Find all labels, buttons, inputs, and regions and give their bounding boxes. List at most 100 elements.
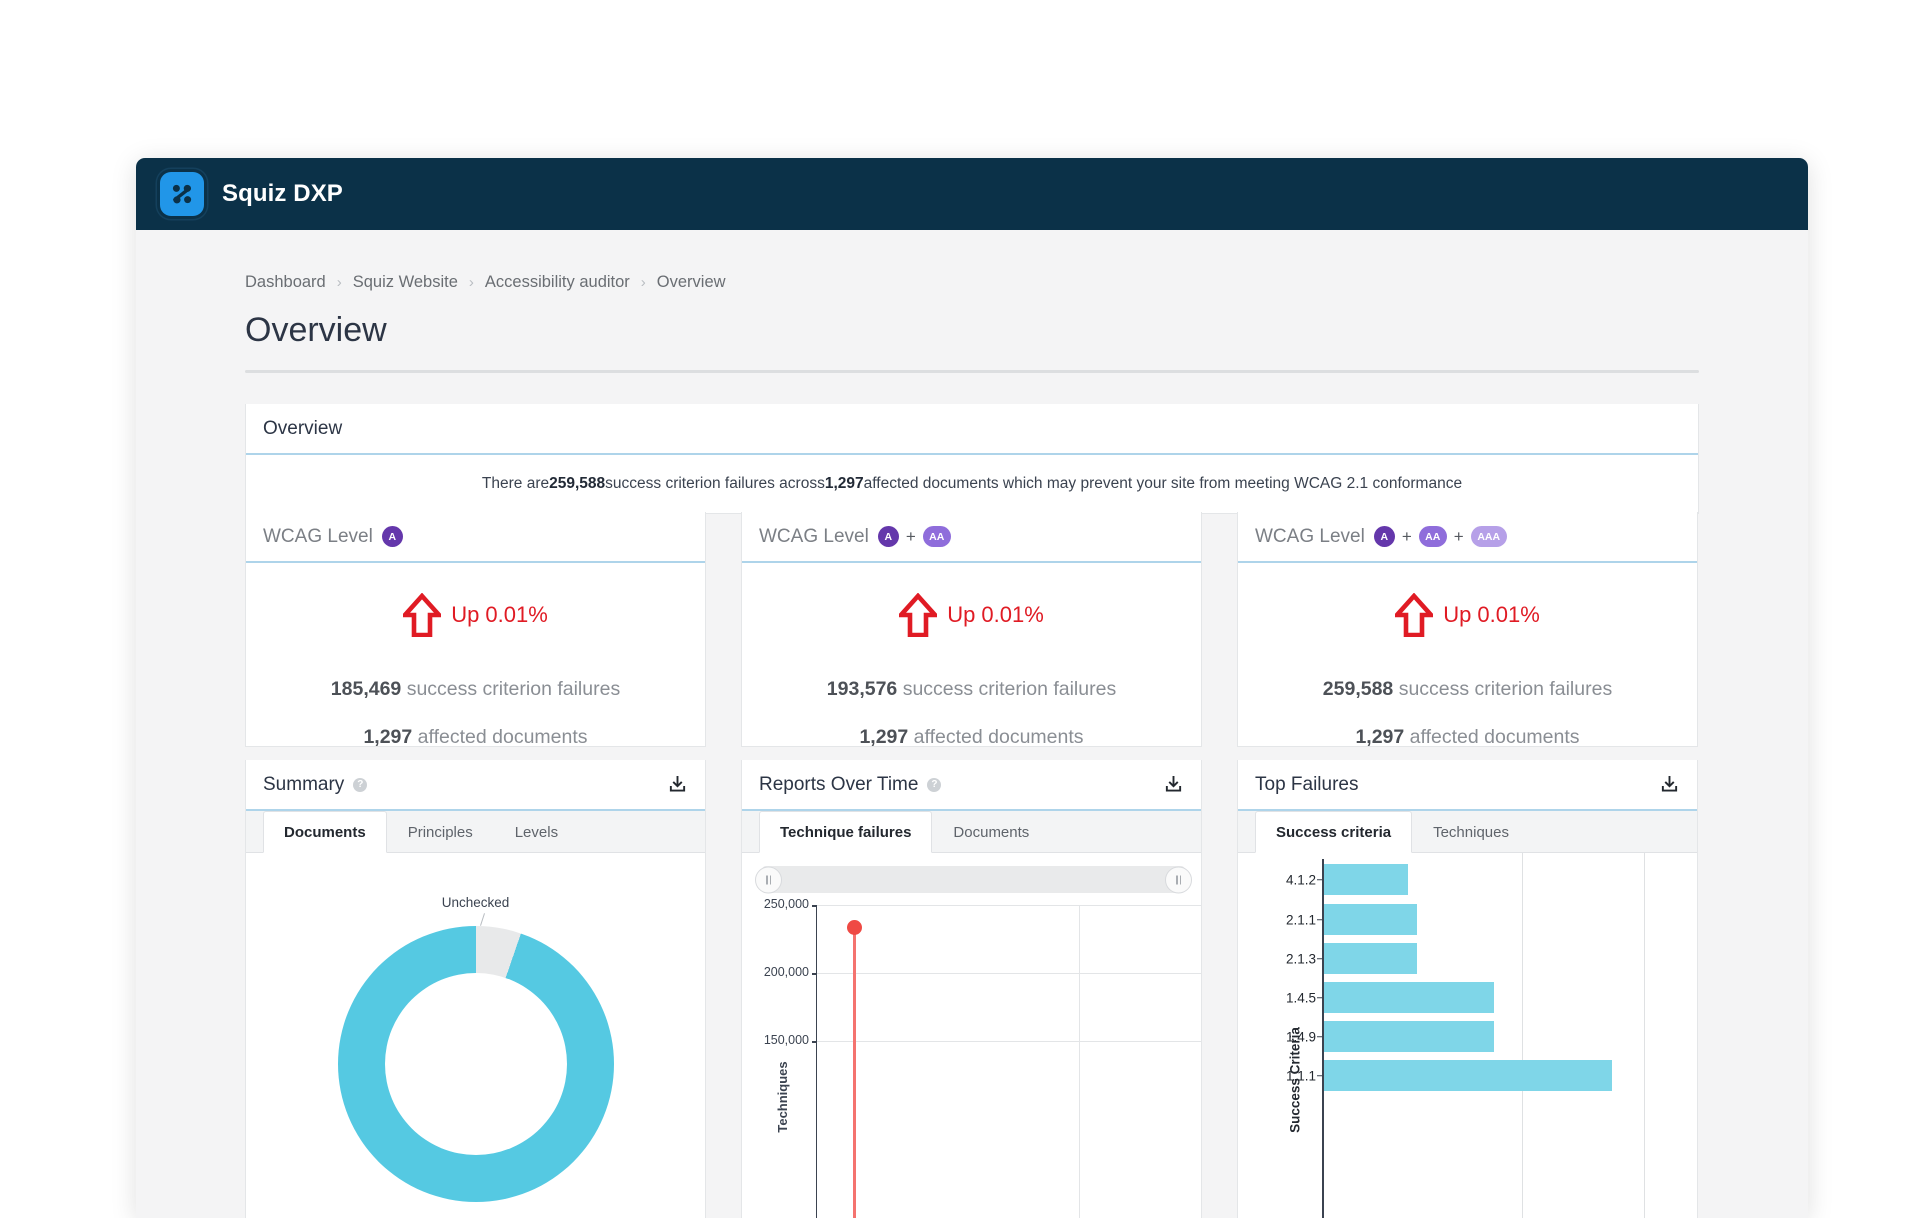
summary-card-tabs: Documents Principles Levels <box>246 811 705 853</box>
overview-failures-count: 259,588 <box>549 475 606 492</box>
bar-category-label: 4.1.2 <box>1285 872 1316 887</box>
wcag-level-aa-card: WCAG Level A + AA Up 0.01% 193,576 succe… <box>741 512 1202 749</box>
breadcrumb-item-squiz-website[interactable]: Squiz Website <box>353 273 458 292</box>
bar-segment[interactable] <box>1324 864 1408 895</box>
wcag-level-aaa-trend: Up 0.01% <box>1238 593 1697 637</box>
download-icon[interactable] <box>666 774 688 796</box>
breadcrumb: Dashboard › Squiz Website › Accessibilit… <box>136 230 1808 292</box>
tab-success-criteria[interactable]: Success criteria <box>1255 811 1413 853</box>
overview-statement-suffix: affected documents which may prevent you… <box>863 475 1463 492</box>
wcag-level-aa-title: WCAG Level <box>759 525 869 547</box>
axis-tick <box>1317 957 1323 960</box>
arrow-up-icon <box>899 593 938 637</box>
axis-tick <box>1317 918 1323 921</box>
wcag-level-aa-failures: 193,576 success criterion failures <box>742 678 1201 701</box>
bar-segment[interactable] <box>1324 1021 1494 1052</box>
wcag-level-a-documents-count: 1,297 <box>363 726 413 748</box>
wcag-level-aaa-trend-label: Up 0.01% <box>1443 602 1540 627</box>
line-chart-stem <box>853 927 856 1218</box>
summary-donut-chart: Unchecked <box>246 853 705 1218</box>
wcag-level-aa-trend-label: Up 0.01% <box>947 602 1044 627</box>
wcag-level-aa-body: Up 0.01% 193,576 success criterion failu… <box>742 563 1201 749</box>
wcag-level-aa-trend: Up 0.01% <box>742 593 1201 637</box>
bar-chart-row: 1.4.9 <box>1238 1018 1697 1055</box>
overview-card: Overview There are 259,588 success crite… <box>245 404 1699 514</box>
bar-chart-plot-region: Success Criteria 4.1.2 2.1.1 2.1.3 1.4.5… <box>1238 853 1697 1218</box>
bar-category-label: 1.1.1 <box>1285 1068 1316 1083</box>
chart-range-slider[interactable] <box>755 866 1192 893</box>
breadcrumb-item-overview[interactable]: Overview <box>657 273 726 292</box>
wcag-level-aa-documents: 1,297 affected documents <box>742 726 1201 749</box>
bar-segment[interactable] <box>1324 982 1494 1013</box>
wcag-level-aa-documents-label: affected documents <box>908 726 1084 748</box>
tab-technique-failures[interactable]: Technique failures <box>759 811 933 853</box>
summary-card-header: Summary ? <box>246 760 705 811</box>
line-chart-plot-region: Techniques 250,000 200,000 150,000 <box>742 897 1201 1218</box>
wcag-level-aaa-failures-count: 259,588 <box>1322 678 1394 700</box>
range-slider-left-handle[interactable] <box>755 866 782 893</box>
download-icon[interactable] <box>1162 774 1184 796</box>
gridline-vertical <box>1079 905 1080 1218</box>
breadcrumb-separator-icon: › <box>640 274 646 291</box>
donut-ring[interactable] <box>337 926 614 1202</box>
line-chart-y-tick-150000: 150,000 <box>763 1033 809 1047</box>
axis-tick <box>1317 996 1323 999</box>
question-mark-icon[interactable]: ? <box>353 777 368 792</box>
overview-statement-mid: success criterion failures across <box>605 475 825 492</box>
wcag-level-aaa-failures: 259,588 success criterion failures <box>1238 678 1697 701</box>
line-chart-y-axis-label: Techniques <box>775 1061 791 1133</box>
bar-chart-row: 2.1.3 <box>1238 940 1697 977</box>
reports-over-time-chart: Techniques 250,000 200,000 150,000 <box>742 853 1201 1218</box>
bar-category-label: 1.4.5 <box>1285 990 1316 1005</box>
wcag-badge-aa: AA <box>1418 526 1447 547</box>
summary-card-title: Summary <box>263 773 345 795</box>
breadcrumb-item-dashboard[interactable]: Dashboard <box>245 273 326 292</box>
download-icon[interactable] <box>1658 774 1680 796</box>
tab-techniques[interactable]: Techniques <box>1412 811 1530 853</box>
breadcrumb-item-accessibility-auditor[interactable]: Accessibility auditor <box>485 273 630 292</box>
top-failures-card: Top Failures Success criteria Techniques… <box>1237 760 1698 1218</box>
tab-levels[interactable]: Levels <box>494 811 579 853</box>
donut-slice-label-unchecked: Unchecked <box>441 895 510 910</box>
bar-category-label: 2.1.1 <box>1285 912 1316 927</box>
wcag-level-a-card: WCAG Level A Up 0.01% 185,469 success cr… <box>245 512 706 748</box>
wcag-level-aaa-badges: A + AA + AAA <box>1373 526 1507 547</box>
wcag-level-aa-badges: A + AA <box>877 526 951 547</box>
tab-documents[interactable]: Documents <box>263 811 387 853</box>
title-divider <box>245 370 1699 373</box>
badge-plus-separator: + <box>1453 526 1464 546</box>
bar-segment[interactable] <box>1324 943 1417 974</box>
wcag-level-a-failures: 185,469 success criterion failures <box>246 678 705 701</box>
tab-principles[interactable]: Principles <box>387 811 494 853</box>
wcag-level-a-header: WCAG Level A <box>246 512 705 563</box>
tab-documents[interactable]: Documents <box>932 811 1050 853</box>
bar-segment[interactable] <box>1324 904 1417 935</box>
gridline-horizontal <box>817 905 1201 906</box>
line-chart-data-point[interactable] <box>847 920 862 935</box>
range-slider-right-handle[interactable] <box>1165 866 1192 893</box>
badge-plus-separator: + <box>1401 526 1412 546</box>
wcag-level-aaa-body: Up 0.01% 259,588 success criterion failu… <box>1238 563 1697 749</box>
badge-plus-separator: + <box>905 526 916 546</box>
wcag-level-aaa-documents: 1,297 affected documents <box>1238 726 1697 749</box>
arrow-up-icon <box>1395 593 1434 637</box>
top-failures-title: Top Failures <box>1255 773 1359 795</box>
squiz-logo-icon[interactable] <box>160 172 204 216</box>
wcag-badge-a: A <box>381 526 403 547</box>
bar-segment[interactable] <box>1324 1060 1612 1091</box>
question-mark-icon[interactable]: ? <box>927 777 942 792</box>
reports-over-time-title: Reports Over Time <box>759 773 919 795</box>
wcag-level-aaa-card: WCAG Level A + AA + AAA Up 0.01% 259,588… <box>1237 512 1698 749</box>
reports-over-time-card: Reports Over Time ? Technique failures D… <box>741 760 1202 1218</box>
wcag-level-a-trend: Up 0.01% <box>246 593 705 637</box>
app-title: Squiz DXP <box>222 180 343 207</box>
bar-chart-row: 1.1.1 <box>1238 1057 1697 1094</box>
wcag-level-aa-documents-count: 1,297 <box>859 726 909 748</box>
wcag-badge-aaa: AAA <box>1470 526 1507 547</box>
app-header: Squiz DXP <box>136 158 1808 230</box>
wcag-badge-a: A <box>877 526 899 547</box>
wcag-level-a-badges: A <box>381 526 403 547</box>
line-chart-y-tick-200000: 200,000 <box>763 965 809 979</box>
breadcrumb-separator-icon: › <box>468 274 474 291</box>
line-chart-axes <box>812 905 1201 1218</box>
